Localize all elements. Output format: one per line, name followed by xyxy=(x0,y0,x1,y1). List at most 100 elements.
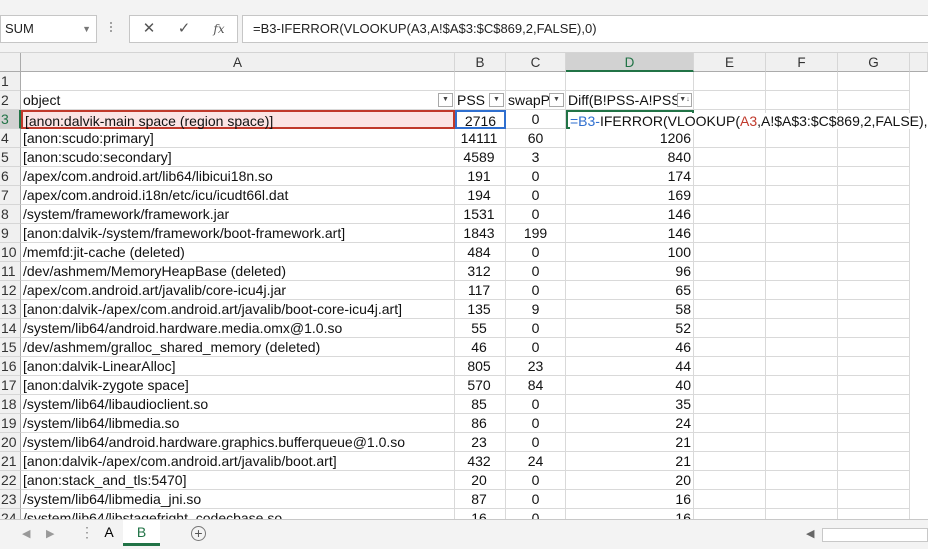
empty-cell[interactable] xyxy=(694,509,766,519)
active-edit-cell[interactable]: =B3-IFERROR(VLOOKUP(A3,A!$A$3:$C$869,2,F… xyxy=(566,110,928,129)
diff-cell[interactable]: 52 xyxy=(566,319,694,338)
row-header-11[interactable]: 11 xyxy=(0,262,21,281)
row-header-9[interactable]: 9 xyxy=(0,224,21,243)
empty-cell[interactable] xyxy=(694,262,766,281)
object-cell[interactable]: [anon:scudo:secondary] xyxy=(21,148,455,167)
sheet-tab-a[interactable]: A xyxy=(95,520,123,546)
row-header-19[interactable]: 19 xyxy=(0,414,21,433)
empty-cell[interactable] xyxy=(766,243,838,262)
diff-cell[interactable]: 21 xyxy=(566,452,694,471)
row-header-6[interactable]: 6 xyxy=(0,167,21,186)
empty-cell[interactable] xyxy=(766,471,838,490)
empty-cell[interactable] xyxy=(838,433,910,452)
object-cell[interactable] xyxy=(21,72,455,91)
column-header-d[interactable]: D xyxy=(566,53,694,72)
pss-cell[interactable]: 87 xyxy=(455,490,506,509)
empty-cell[interactable] xyxy=(766,338,838,357)
object-cell[interactable]: /apex/com.android.art/lib64/libicui18n.s… xyxy=(21,167,455,186)
pss-cell[interactable]: 86 xyxy=(455,414,506,433)
empty-cell[interactable] xyxy=(838,357,910,376)
empty-cell[interactable] xyxy=(838,224,910,243)
object-cell[interactable]: /system/lib64/libaudioclient.so xyxy=(21,395,455,414)
empty-cell[interactable] xyxy=(694,148,766,167)
empty-cell[interactable] xyxy=(838,72,910,91)
empty-cell[interactable] xyxy=(838,300,910,319)
diff-cell[interactable]: 16 xyxy=(566,490,694,509)
header-cell-object[interactable]: object xyxy=(21,91,455,110)
pss-cell[interactable]: 23 xyxy=(455,433,506,452)
diff-cell[interactable]: 174 xyxy=(566,167,694,186)
empty-cell[interactable] xyxy=(838,319,910,338)
empty-cell[interactable] xyxy=(766,186,838,205)
empty-cell[interactable] xyxy=(694,129,766,148)
empty-cell[interactable] xyxy=(766,376,838,395)
swap-cell[interactable]: 0 xyxy=(506,319,566,338)
object-cell[interactable]: /dev/ashmem/gralloc_shared_memory (delet… xyxy=(21,338,455,357)
column-header-overflow[interactable] xyxy=(910,53,928,72)
swap-cell[interactable]: 84 xyxy=(506,376,566,395)
row-header-8[interactable]: 8 xyxy=(0,205,21,224)
object-cell[interactable]: [anon:scudo:primary] xyxy=(21,129,455,148)
diff-cell[interactable]: 35 xyxy=(566,395,694,414)
cancel-icon[interactable]: ✕ xyxy=(132,16,166,42)
pss-cell[interactable]: 4589 xyxy=(455,148,506,167)
diff-cell[interactable] xyxy=(566,72,694,91)
diff-cell[interactable]: 58 xyxy=(566,300,694,319)
empty-cell[interactable] xyxy=(694,471,766,490)
empty-cell[interactable] xyxy=(694,167,766,186)
object-cell-ref-highlight[interactable]: [anon:dalvik-main space (region space)] xyxy=(21,110,455,129)
row-header-7[interactable]: 7 xyxy=(0,186,21,205)
row-header-14[interactable]: 14 xyxy=(0,319,21,338)
empty-cell[interactable] xyxy=(838,262,910,281)
diff-cell[interactable]: 96 xyxy=(566,262,694,281)
row-header-21[interactable]: 21 xyxy=(0,452,21,471)
empty-cell[interactable] xyxy=(838,376,910,395)
row-header-16[interactable]: 16 xyxy=(0,357,21,376)
empty-cell[interactable] xyxy=(766,262,838,281)
row-header-15[interactable]: 15 xyxy=(0,338,21,357)
empty-cell[interactable] xyxy=(838,490,910,509)
pss-cell[interactable]: 191 xyxy=(455,167,506,186)
swap-cell[interactable]: 60 xyxy=(506,129,566,148)
row-header-20[interactable]: 20 xyxy=(0,433,21,452)
diff-cell[interactable]: 16 xyxy=(566,509,694,519)
object-cell[interactable]: [anon:dalvik-/apex/com.android.art/javal… xyxy=(21,452,455,471)
scroll-left-icon[interactable]: ◀ xyxy=(806,527,814,540)
pss-cell[interactable]: 194 xyxy=(455,186,506,205)
diff-cell[interactable]: 21 xyxy=(566,433,694,452)
empty-cell[interactable] xyxy=(838,471,910,490)
swap-cell[interactable]: 0 xyxy=(506,167,566,186)
object-cell[interactable]: [anon:dalvik-LinearAlloc] xyxy=(21,357,455,376)
empty-cell[interactable] xyxy=(694,338,766,357)
horizontal-scrollbar[interactable] xyxy=(822,528,928,542)
select-all-corner[interactable] xyxy=(0,53,21,72)
column-header-g[interactable]: G xyxy=(838,53,910,72)
chevron-down-icon[interactable]: ▼ xyxy=(82,16,91,42)
diff-cell[interactable]: 46 xyxy=(566,338,694,357)
object-cell[interactable]: /apex/com.android.art/javalib/core-icu4j… xyxy=(21,281,455,300)
object-cell[interactable]: /system/lib64/libstagefright_codecbase.s… xyxy=(21,509,455,519)
pss-cell[interactable]: 16 xyxy=(455,509,506,519)
diff-cell[interactable]: 840 xyxy=(566,148,694,167)
pss-cell[interactable]: 1531 xyxy=(455,205,506,224)
empty-cell[interactable] xyxy=(766,167,838,186)
pss-cell[interactable]: 20 xyxy=(455,471,506,490)
row-header-18[interactable]: 18 xyxy=(0,395,21,414)
empty-cell[interactable] xyxy=(766,300,838,319)
swap-cell[interactable]: 0 xyxy=(506,186,566,205)
diff-cell[interactable]: 146 xyxy=(566,205,694,224)
object-cell[interactable]: [anon:dalvik-zygote space] xyxy=(21,376,455,395)
empty-cell[interactable] xyxy=(694,281,766,300)
object-cell[interactable]: [anon:dalvik-/apex/com.android.art/javal… xyxy=(21,300,455,319)
filter-dropdown-icon[interactable]: ▼ xyxy=(489,93,504,107)
empty-cell[interactable] xyxy=(694,72,766,91)
object-cell[interactable]: /apex/com.android.i18n/etc/icu/icudt66l.… xyxy=(21,186,455,205)
empty-cell[interactable] xyxy=(838,395,910,414)
diff-cell[interactable]: 169 xyxy=(566,186,694,205)
swap-cell[interactable]: 9 xyxy=(506,300,566,319)
swap-cell[interactable]: 0 xyxy=(506,205,566,224)
filter-dropdown-icon[interactable]: ▼ xyxy=(438,93,453,107)
empty-cell[interactable] xyxy=(838,167,910,186)
empty-cell[interactable] xyxy=(766,205,838,224)
swap-cell[interactable]: 0 xyxy=(506,243,566,262)
